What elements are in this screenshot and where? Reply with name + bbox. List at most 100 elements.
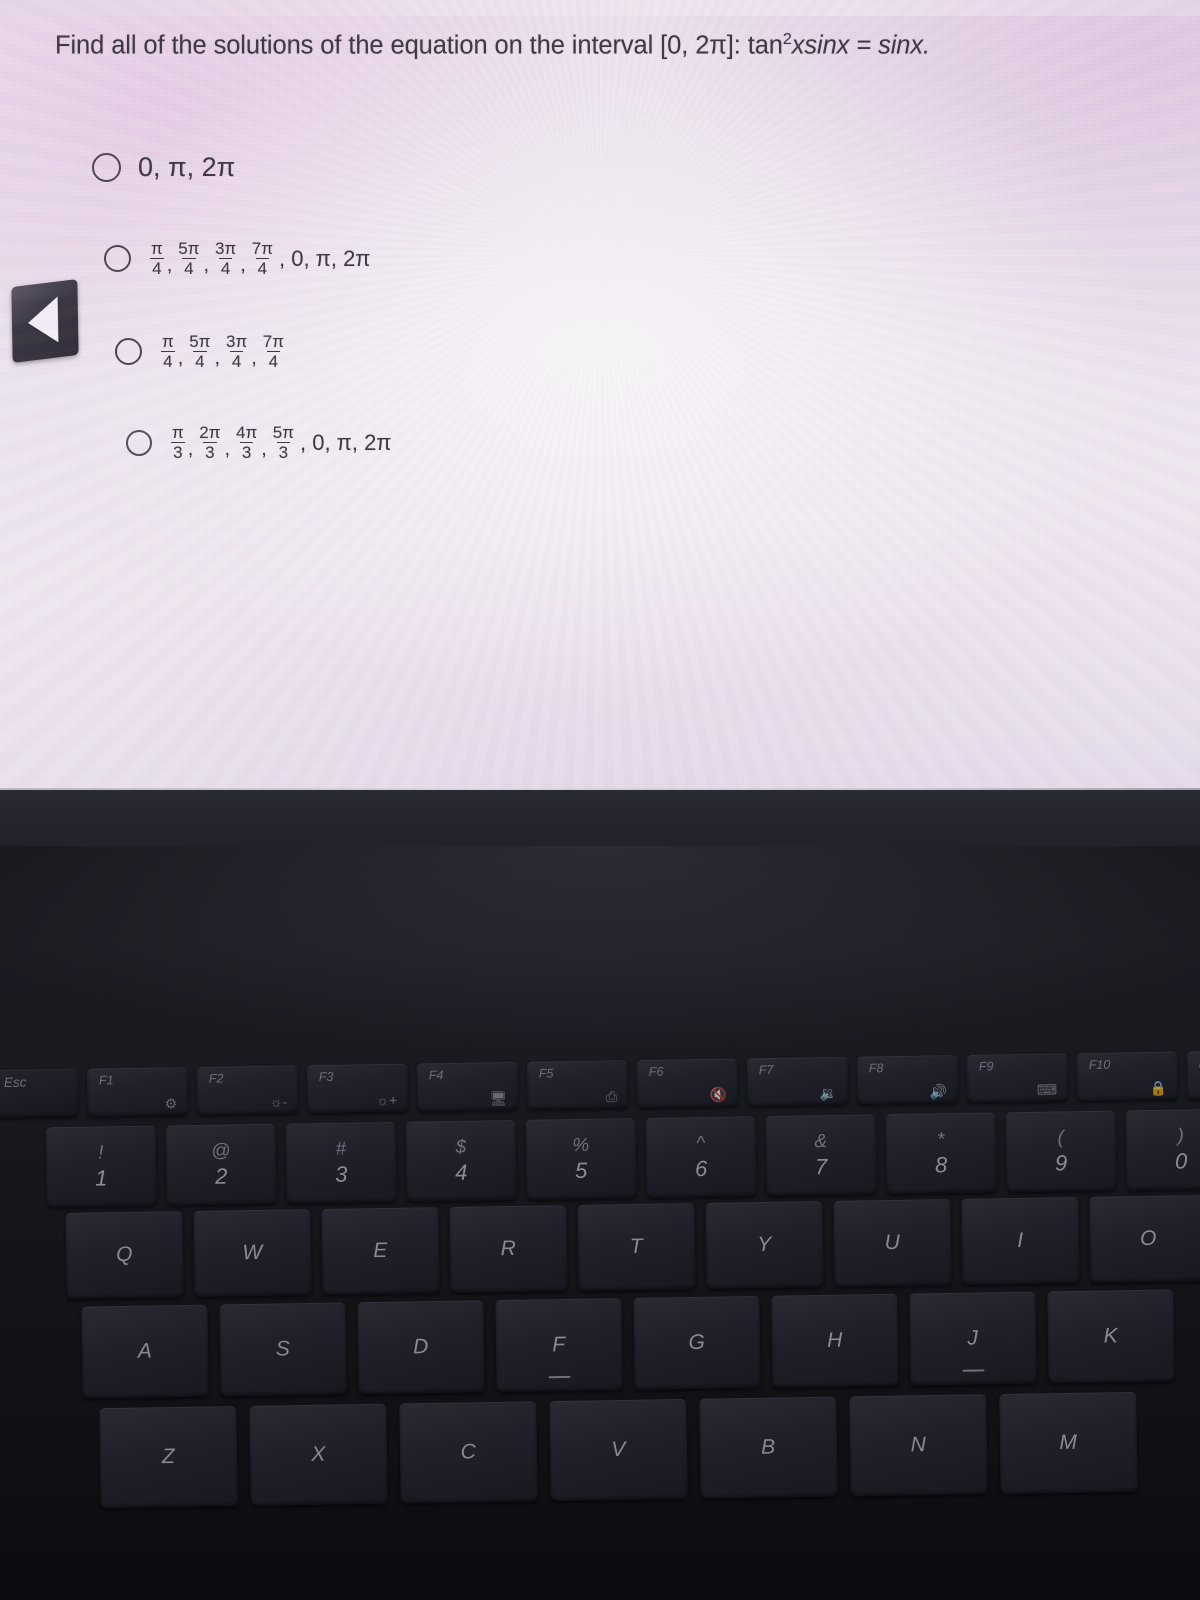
key-b[interactable]: B	[699, 1396, 838, 1499]
key-esc[interactable]: Esc	[0, 1068, 79, 1119]
page-top-edge	[0, 0, 1200, 16]
key-i[interactable]: I	[961, 1197, 1080, 1285]
key-label: Y	[757, 1232, 772, 1257]
fraction: 7π 4	[261, 333, 286, 370]
key-u[interactable]: U	[833, 1199, 952, 1287]
key-shift-label: #	[335, 1138, 347, 1160]
radio-button-d[interactable]	[126, 429, 152, 456]
left-triangle-icon	[27, 296, 58, 347]
answer-option-b-label: π 4, 5π 4, 3π 4, 7π 4, 0, π, 2π	[148, 240, 371, 277]
fraction-denominator: 4	[150, 258, 164, 278]
key-7[interactable]: & 7	[765, 1114, 877, 1197]
key-c[interactable]: C	[399, 1401, 538, 1504]
key-f2[interactable]: F2 ☼-	[196, 1065, 299, 1115]
fraction-denominator: 4	[193, 351, 207, 371]
answer-option-a[interactable]: 0, π, 2π	[92, 153, 235, 182]
key-n[interactable]: N	[849, 1394, 988, 1497]
key-f5[interactable]: F5 ⎙	[526, 1060, 629, 1110]
key-label: R	[500, 1236, 517, 1261]
math-text: , 0, π, 2π	[299, 429, 392, 455]
key-f3[interactable]: F3 ☼+	[306, 1063, 409, 1114]
key-label: F9	[978, 1059, 994, 1074]
key-function-icon: 🔊	[929, 1083, 948, 1100]
key-function-icon: ⌨	[1036, 1081, 1058, 1098]
key-1[interactable]: ! 1	[45, 1125, 157, 1208]
key-f4[interactable]: F4 🖥	[416, 1061, 519, 1112]
key-f1[interactable]: F1 ⚙	[86, 1067, 189, 1117]
fraction: 7π 4	[250, 240, 275, 277]
radio-button-a[interactable]	[92, 153, 121, 182]
fraction: π4	[149, 240, 165, 277]
key-label: 0	[1174, 1148, 1188, 1174]
key-label: F10	[1088, 1057, 1111, 1072]
key-2[interactable]: @2	[165, 1123, 277, 1206]
key-0[interactable]: ) 0	[1125, 1108, 1200, 1191]
key-f8[interactable]: F8 🔊	[856, 1055, 959, 1105]
key-label: B	[761, 1435, 776, 1459]
fraction: π3	[170, 424, 186, 461]
key-s[interactable]: S	[219, 1302, 347, 1397]
key-homing-bar	[962, 1369, 985, 1372]
key-label: F4	[428, 1068, 444, 1083]
key-f[interactable]: F	[495, 1298, 623, 1393]
math-separator: ,	[214, 347, 221, 369]
key-label: F1	[98, 1073, 114, 1088]
key-function-icon: 🖥	[489, 1090, 508, 1107]
key-t[interactable]: T	[577, 1203, 696, 1291]
key-x[interactable]: X	[249, 1403, 388, 1506]
fraction-denominator: 4	[255, 258, 270, 278]
keyboard-home-row: ASDFGHJK	[81, 1289, 1175, 1399]
key-m[interactable]: M	[999, 1391, 1138, 1495]
key-f6[interactable]: F6 🔇	[636, 1058, 739, 1109]
math-separator: ,	[203, 254, 210, 276]
key-label: F2	[208, 1071, 224, 1086]
key-9[interactable]: (9	[1005, 1110, 1117, 1193]
key-shift-label: $	[455, 1136, 467, 1158]
radio-button-c[interactable]	[115, 338, 142, 365]
key-function-icon: 🔒	[1149, 1079, 1168, 1096]
key-r[interactable]: R	[449, 1205, 568, 1293]
key-label: M	[1059, 1430, 1078, 1455]
key-d[interactable]: D	[357, 1300, 485, 1395]
answer-option-b[interactable]: π 4, 5π 4, 3π 4, 7π 4, 0, π, 2π	[104, 240, 371, 277]
answer-option-c-label: π 4, 5π 4, 3π 4, 7π 4	[159, 333, 287, 370]
math-separator: ,	[251, 347, 257, 369]
answer-option-d[interactable]: π 3, 2π 3, 4π 3, 5π 3, 0, π, 2π	[126, 424, 392, 461]
math-separator: ,	[187, 438, 194, 460]
laptop-screen: Find all of the solutions of the equatio…	[0, 0, 1200, 846]
key-5[interactable]: % 5	[525, 1118, 637, 1200]
key-label: I	[1017, 1228, 1024, 1253]
question-part-2: xsinx = sinx.	[791, 31, 931, 60]
key-z[interactable]: Z	[99, 1405, 238, 1509]
fraction: 3π 4	[224, 333, 249, 370]
key-3[interactable]: #3	[285, 1121, 397, 1204]
fraction-numerator: 5π	[178, 239, 200, 258]
key-f9[interactable]: F9 ⌨	[966, 1053, 1069, 1103]
windows-taskbar: 83°F Mostly clear Search	[0, 790, 1200, 1600]
fraction: π4	[160, 333, 176, 370]
key-f10[interactable]: F10 🔒	[1076, 1051, 1179, 1102]
key-k[interactable]: K	[1047, 1289, 1175, 1384]
key-e[interactable]: E	[321, 1207, 440, 1295]
key-y[interactable]: Y	[705, 1201, 824, 1289]
key-o[interactable]: O	[1089, 1195, 1200, 1283]
key-label: X	[311, 1442, 326, 1466]
key-6[interactable]: ^ 6	[645, 1116, 757, 1198]
key-shift-label: @	[211, 1140, 231, 1162]
key-j[interactable]: J	[909, 1291, 1037, 1386]
fraction-numerator: 7π	[262, 332, 284, 351]
key-label: 5	[574, 1157, 588, 1184]
key-f11[interactable]: F11◑	[1186, 1049, 1200, 1100]
key-w[interactable]: W	[193, 1209, 312, 1297]
key-v[interactable]: V	[549, 1398, 688, 1502]
key-f7[interactable]: F7 🔉	[746, 1056, 849, 1107]
key-h[interactable]: H	[771, 1293, 899, 1388]
radio-button-b[interactable]	[104, 245, 131, 272]
answer-option-c[interactable]: π 4, 5π 4, 3π 4, 7π 4	[115, 333, 287, 370]
key-4[interactable]: $4	[405, 1119, 517, 1202]
back-arrow-button[interactable]	[11, 279, 79, 363]
key-8[interactable]: * 8	[885, 1112, 997, 1195]
key-g[interactable]: G	[633, 1295, 761, 1390]
key-a[interactable]: A	[81, 1304, 209, 1399]
key-q[interactable]: Q	[65, 1211, 184, 1299]
